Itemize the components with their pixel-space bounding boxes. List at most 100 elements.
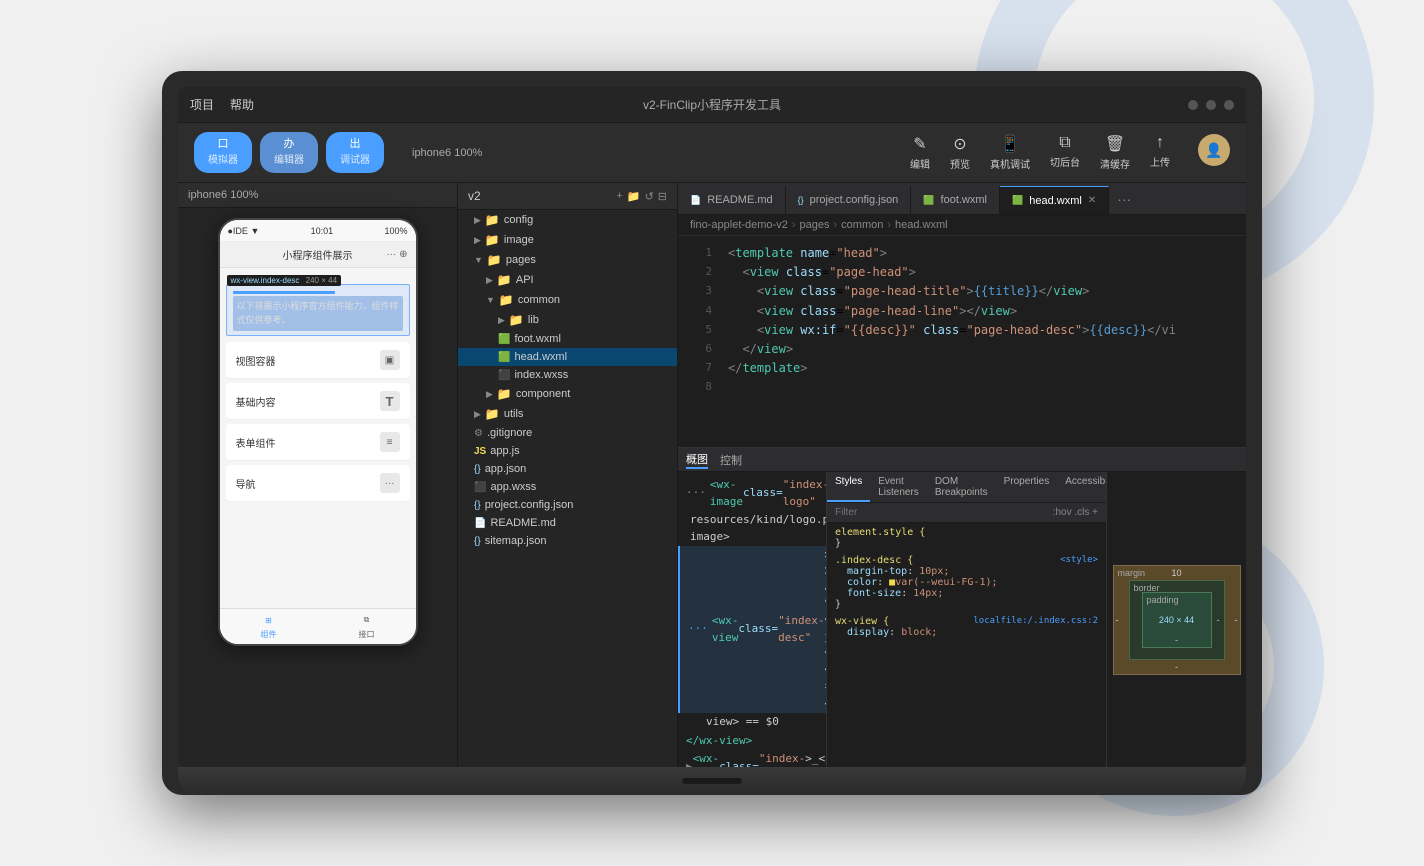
css-source[interactable]: <style> — [1060, 555, 1098, 565]
tree-item-api[interactable]: ▶ 📁 API — [458, 270, 677, 290]
styles-tab-properties[interactable]: Properties — [996, 472, 1058, 502]
folder-icon: 📁 — [497, 387, 512, 401]
main-area: iphone6 100% ●IDE ▼ 10:01 100% 小程序组件展示 ·… — [178, 183, 1246, 767]
tree-item-common[interactable]: ▼ 📁 common — [458, 290, 677, 310]
code-editor[interactable]: 1 <template name="head"> 2 <view class="… — [678, 236, 1246, 447]
user-avatar[interactable]: 👤 — [1198, 134, 1230, 166]
file-tree-refresh[interactable]: ↺ — [645, 190, 654, 203]
toolbar-action-background[interactable]: ⧉ 切后台 — [1050, 134, 1080, 171]
list-item-2-icon: T — [380, 391, 400, 411]
tree-item-pages[interactable]: ▼ 📁 pages — [458, 250, 677, 270]
tree-item-component[interactable]: ▶ 📁 component — [458, 384, 677, 404]
md-file-icon: 📄 — [474, 518, 486, 529]
list-item-3[interactable]: 表单组件 ≡ — [226, 424, 410, 461]
code-line-7: 7 </template> — [678, 359, 1246, 378]
toolbar: 口 模拟器 办 编辑器 出 调试器 iphone6 100% ✎ 编辑 — [178, 123, 1246, 183]
mode-btn-debugger[interactable]: 出 调试器 — [326, 132, 384, 174]
tree-item-image[interactable]: ▶ 📁 image — [458, 230, 677, 250]
styles-tab-styles[interactable]: Styles — [827, 472, 870, 502]
tree-item-app-wxss[interactable]: ⬛ app.wxss — [458, 478, 677, 496]
list-item-1[interactable]: 视图容器 ▣ — [226, 342, 410, 379]
styles-tab-event-listeners[interactable]: Event Listeners — [870, 472, 927, 502]
tab-project-config[interactable]: {} project.config.json — [786, 186, 912, 214]
devtools-tab-overview[interactable]: 概图 — [686, 451, 708, 469]
code-line-8: 8 — [678, 378, 1246, 396]
menu-help[interactable]: 帮助 — [230, 96, 254, 113]
phone-battery: 100% — [384, 226, 407, 236]
phone-time: 10:01 — [311, 226, 334, 236]
folder-icon: 📁 — [485, 407, 500, 421]
styles-filter-hints[interactable]: :hov .cls + — [1053, 507, 1098, 518]
dom-panel[interactable]: ··· <wx-image class="index-logo" src="..… — [678, 472, 826, 767]
styles-tab-accessibility[interactable]: Accessibility — [1057, 472, 1106, 502]
upload-label: 上传 — [1150, 154, 1170, 169]
breadcrumb-sep-3: › — [887, 219, 891, 231]
tab-readme[interactable]: 📄 README.md — [678, 186, 786, 214]
breadcrumb-sep-1: › — [792, 219, 796, 231]
tabs-more-button[interactable]: ··· — [1109, 191, 1139, 207]
tree-item-utils[interactable]: ▶ 📁 utils — [458, 404, 677, 424]
win-ctrl-minimize[interactable] — [1188, 100, 1198, 110]
mode-btn-simulator[interactable]: 口 模拟器 — [194, 132, 252, 174]
folder-icon: 📁 — [509, 313, 524, 327]
css-prop-row: margin-top: 10px; — [835, 566, 949, 577]
file-tree-new-file[interactable]: + — [616, 190, 622, 203]
win-ctrl-maximize[interactable] — [1206, 100, 1216, 110]
tree-item-config-label: config — [504, 214, 533, 226]
dom-attr: class= — [743, 485, 783, 502]
tab-head-wxml[interactable]: 🟩 head.wxml ✕ — [1000, 186, 1109, 214]
breadcrumb-part-1: fino-applet-demo-v2 — [690, 219, 788, 231]
toolbar-action-upload[interactable]: ↑ 上传 — [1150, 134, 1170, 171]
box-margin-right: - — [1235, 615, 1238, 625]
devtools-tab-control[interactable]: 控制 — [720, 452, 742, 468]
menu-project[interactable]: 项目 — [190, 96, 214, 113]
tree-item-readme[interactable]: 📄 README.md — [458, 514, 677, 532]
chevron-icon: ▶ — [486, 275, 493, 286]
device-debug-icon: 📱 — [1000, 134, 1020, 154]
styles-tabs: Styles Event Listeners DOM Breakpoints P… — [827, 472, 1106, 503]
toolbar-action-edit[interactable]: ✎ 编辑 — [910, 134, 930, 171]
dom-tag: <wx-image — [710, 477, 743, 510]
tab-close-icon[interactable]: ✕ — [1088, 195, 1096, 206]
tree-item-index-wxss[interactable]: ⬛ index.wxss — [458, 366, 677, 384]
tree-item-app-json[interactable]: {} app.json — [458, 460, 677, 478]
file-tree-collapse[interactable]: ⊟ — [658, 190, 667, 203]
chevron-icon: ▼ — [486, 295, 495, 305]
phone-nav-dots[interactable]: ··· ⊕ — [386, 249, 407, 260]
tree-item-gitignore[interactable]: ⚙ .gitignore — [458, 424, 677, 442]
phone-nav-api[interactable]: ⧉ 接口 — [359, 613, 375, 640]
css-source-link[interactable]: localfile:/.index.css:2 — [973, 616, 1098, 626]
tree-item-head-wxml[interactable]: 🟩 head.wxml — [458, 348, 677, 366]
styles-tab-dom-breakpoints[interactable]: DOM Breakpoints — [927, 472, 996, 502]
tab-foot-wxml[interactable]: 🟩 foot.wxml — [911, 186, 1000, 214]
css-selector: .index-desc { — [835, 555, 913, 566]
list-item-2[interactable]: 基础内容 T — [226, 383, 410, 420]
phone-highlight-box: wx-view.index-desc 240 × 44 以下将展示小程序官方组件… — [226, 284, 410, 336]
tree-item-lib[interactable]: ▶ 📁 lib — [458, 310, 677, 330]
phone-nav-components[interactable]: ⊞ 组件 — [261, 613, 277, 640]
line-number: 1 — [682, 244, 712, 262]
code-content: </template> — [728, 359, 1242, 378]
file-tree-new-folder[interactable]: 📁 — [627, 190, 641, 203]
toolbar-action-clear-cache[interactable]: 🗑 清缓存 — [1100, 134, 1130, 171]
code-line-5: 5 <view wx:if="{{desc}}" class="page-hea… — [678, 321, 1246, 340]
list-item-4[interactable]: 导航 ··· — [226, 465, 410, 502]
win-ctrl-close[interactable] — [1224, 100, 1234, 110]
code-content: <view class="page-head-title">{{title}}<… — [728, 282, 1242, 301]
tab-foot-wxml-icon: 🟩 — [923, 195, 934, 206]
tree-item-foot-wxml[interactable]: 🟩 foot.wxml — [458, 330, 677, 348]
list-item-2-label: 基础内容 — [236, 394, 276, 409]
json-file-icon: {} — [474, 536, 481, 547]
styles-filter-input[interactable] — [835, 507, 1045, 518]
tree-item-app-js[interactable]: JS app.js — [458, 442, 677, 460]
tree-item-sitemap[interactable]: {} sitemap.json — [458, 532, 677, 550]
box-padding-bottom: - — [1175, 635, 1178, 645]
tree-item-config[interactable]: ▶ 📁 config — [458, 210, 677, 230]
toolbar-action-device-debug[interactable]: 📱 真机调试 — [990, 134, 1030, 171]
box-model-border: border - padding 240 × 44 - — [1129, 580, 1225, 660]
toolbar-action-preview[interactable]: ⊙ 预览 — [950, 134, 970, 171]
tree-item-head-wxml-label: head.wxml — [514, 351, 567, 363]
mode-btn-editor[interactable]: 办 编辑器 — [260, 132, 318, 174]
tree-item-project-config[interactable]: {} project.config.json — [458, 496, 677, 514]
editor-panel: 📄 README.md {} project.config.json 🟩 foo… — [678, 183, 1246, 767]
